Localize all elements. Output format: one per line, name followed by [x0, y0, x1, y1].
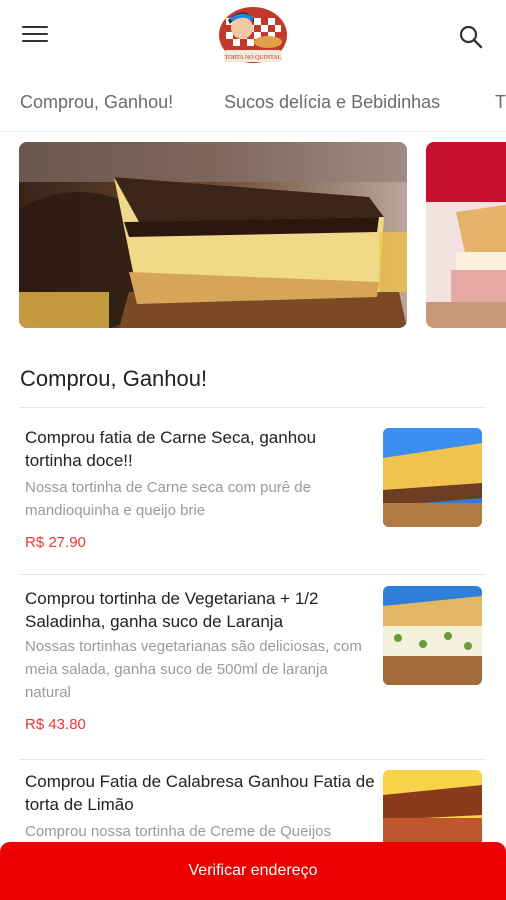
category-tabs: Comprou, Ganhou! Sucos delícia e Bebidin…: [0, 74, 506, 132]
product-item[interactable]: Comprou fatia de Carne Seca, ganhou tort…: [0, 408, 506, 574]
banner-savory-pie[interactable]: [426, 142, 506, 328]
product-price: R$ 43.80: [25, 716, 86, 733]
product-description: Nossa tortinha de Carne seca com purê de…: [25, 479, 311, 519]
product-image: [383, 428, 482, 527]
tab-next-category[interactable]: T: [495, 92, 506, 113]
hamburger-menu-icon[interactable]: [22, 26, 48, 46]
verify-address-button[interactable]: Verificar endereço: [0, 842, 506, 900]
svg-text:TORTA NO QUINTAL: TORTA NO QUINTAL: [225, 55, 282, 61]
product-item[interactable]: Comprou tortinha de Vegetariana + 1/2 Sa…: [0, 575, 506, 759]
tab-sucos-bebidinhas[interactable]: Sucos delícia e Bebidinhas: [224, 92, 440, 113]
product-item[interactable]: Comprou Fatia de Calabresa Ganhou Fatia …: [0, 760, 506, 869]
product-name: Comprou Fatia de Calabresa Ganhou Fatia …: [25, 772, 375, 814]
banner-carousel: [0, 142, 506, 330]
banner-chocolate-pie[interactable]: [19, 142, 407, 328]
top-app-bar: TORTA NO QUINTAL: [0, 0, 506, 74]
product-name: Comprou tortinha de Vegetariana + 1/2 Sa…: [25, 589, 319, 631]
product-description: Nossas tortinhas vegetarianas são delici…: [25, 638, 362, 701]
tab-comprou-ganhou[interactable]: Comprou, Ganhou!: [20, 92, 173, 113]
section-title: Comprou, Ganhou!: [20, 366, 208, 391]
product-image: [383, 586, 482, 685]
product-description: Comprou nossa tortinha de Creme de Queij…: [25, 823, 331, 840]
brand-logo[interactable]: TORTA NO QUINTAL: [216, 4, 290, 66]
search-icon[interactable]: [458, 24, 484, 50]
product-name: Comprou fatia de Carne Seca, ganhou tort…: [25, 428, 317, 470]
product-price: R$ 27.90: [25, 534, 86, 551]
